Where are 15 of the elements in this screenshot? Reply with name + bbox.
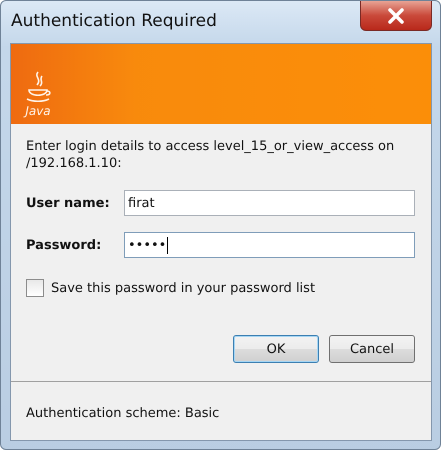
input-field[interactable]: •••••: [124, 232, 415, 258]
input-field[interactable]: firat: [124, 190, 415, 216]
close-button[interactable]: [360, 1, 432, 31]
close-icon: [387, 8, 405, 24]
status-text: Authentication scheme: Basic: [25, 405, 220, 421]
field-label: Password:: [26, 238, 102, 252]
field-label: User name:: [26, 196, 111, 210]
dialog-button[interactable]: OK: [233, 335, 319, 363]
checkbox-label[interactable]: Save this password in your password list: [51, 280, 316, 296]
dialog-button[interactable]: Cancel: [329, 335, 415, 363]
window-title: Authentication Required: [11, 11, 217, 31]
logo-text: Java: [25, 104, 51, 118]
checkbox[interactable]: [26, 279, 44, 297]
coffee-cup-icon: [25, 70, 51, 104]
prompt-message: Enter login details to access level_15_or_view_access on /192.168.1.10:: [26, 138, 396, 172]
